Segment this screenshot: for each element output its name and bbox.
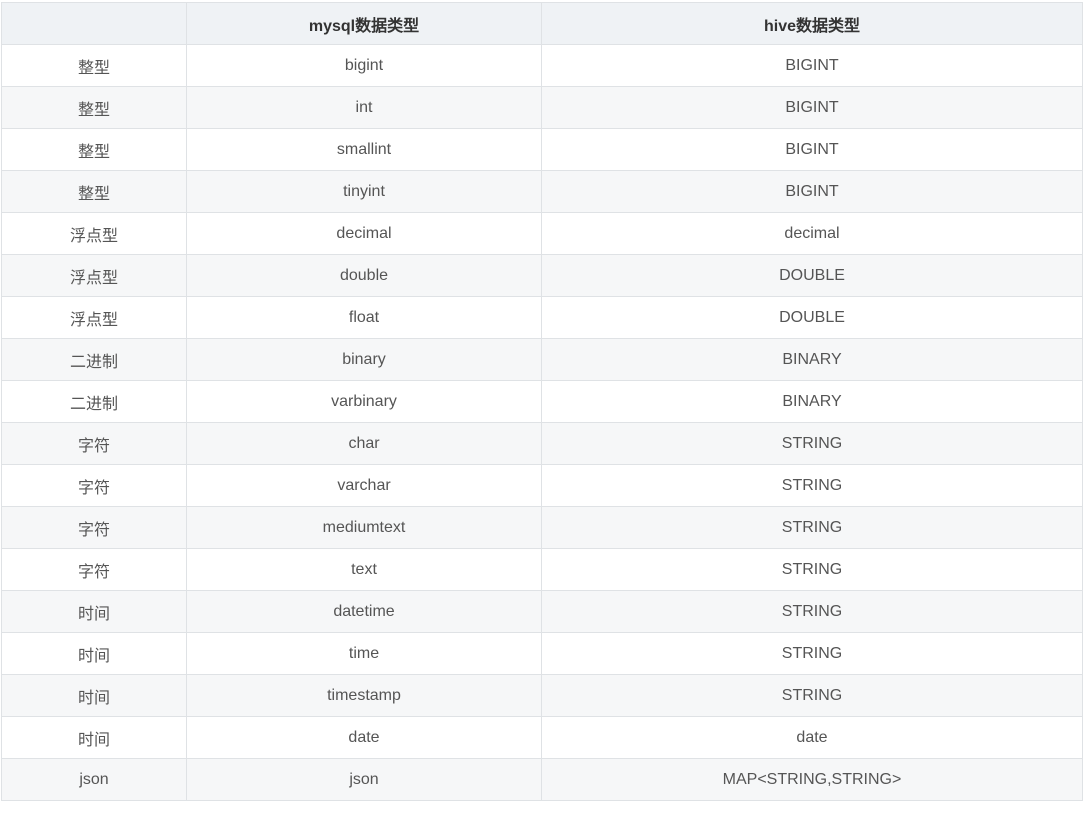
category-cell: 字符	[1, 548, 187, 591]
table-row: 浮点型 decimal decimal	[1, 212, 1083, 255]
category-cell: 时间	[1, 674, 187, 717]
category-cell: 整型	[1, 86, 187, 129]
hive-type-cell: BIGINT	[541, 44, 1083, 87]
hive-type-cell: STRING	[541, 422, 1083, 465]
mysql-type-cell: varbinary	[186, 380, 542, 423]
table-row: 整型 smallint BIGINT	[1, 128, 1083, 171]
hive-type-cell: date	[541, 716, 1083, 759]
table-row: 二进制 binary BINARY	[1, 338, 1083, 381]
mysql-type-cell: datetime	[186, 590, 542, 633]
mysql-type-cell: mediumtext	[186, 506, 542, 549]
table-row: 时间 date date	[1, 716, 1083, 759]
mysql-type-cell: binary	[186, 338, 542, 381]
mysql-type-cell: double	[186, 254, 542, 297]
table-row: 时间 datetime STRING	[1, 590, 1083, 633]
mysql-type-cell: varchar	[186, 464, 542, 507]
header-hive-type: hive数据类型	[541, 2, 1083, 45]
category-cell: 整型	[1, 128, 187, 171]
table-row: 整型 tinyint BIGINT	[1, 170, 1083, 213]
table-row: 整型 bigint BIGINT	[1, 44, 1083, 87]
table-row: 二进制 varbinary BINARY	[1, 380, 1083, 423]
mysql-type-cell: decimal	[186, 212, 542, 255]
mysql-type-cell: time	[186, 632, 542, 675]
type-mapping-table: mysql数据类型 hive数据类型 整型 bigint BIGINT 整型 int BI…	[1, 2, 1083, 801]
hive-type-cell: STRING	[541, 464, 1083, 507]
hive-type-cell: DOUBLE	[541, 296, 1083, 339]
mysql-type-cell: timestamp	[186, 674, 542, 717]
table-row: json json MAP<STRING,STRING>	[1, 758, 1083, 801]
header-category	[1, 2, 187, 45]
table-row: 时间 timestamp STRING	[1, 674, 1083, 717]
category-cell: 字符	[1, 506, 187, 549]
hive-type-cell: BIGINT	[541, 128, 1083, 171]
mysql-type-cell: int	[186, 86, 542, 129]
hive-type-cell: MAP<STRING,STRING>	[541, 758, 1083, 801]
category-cell: 时间	[1, 716, 187, 759]
hive-type-cell: BINARY	[541, 380, 1083, 423]
table-row: 字符 text STRING	[1, 548, 1083, 591]
mysql-type-cell: smallint	[186, 128, 542, 171]
header-mysql-type: mysql数据类型	[186, 2, 542, 45]
category-cell: 时间	[1, 590, 187, 633]
hive-type-cell: BIGINT	[541, 86, 1083, 129]
hive-type-cell: STRING	[541, 674, 1083, 717]
category-cell: 二进制	[1, 380, 187, 423]
table-row: 浮点型 float DOUBLE	[1, 296, 1083, 339]
table-header: mysql数据类型 hive数据类型	[1, 2, 1083, 45]
hive-type-cell: decimal	[541, 212, 1083, 255]
hive-type-cell: BINARY	[541, 338, 1083, 381]
mysql-type-cell: json	[186, 758, 542, 801]
table-row: 字符 mediumtext STRING	[1, 506, 1083, 549]
category-cell: 字符	[1, 422, 187, 465]
table-row: 字符 varchar STRING	[1, 464, 1083, 507]
category-cell: 浮点型	[1, 212, 187, 255]
table-row: 整型 int BIGINT	[1, 86, 1083, 129]
hive-type-cell: STRING	[541, 548, 1083, 591]
hive-type-cell: BIGINT	[541, 170, 1083, 213]
mysql-type-cell: float	[186, 296, 542, 339]
mysql-type-cell: bigint	[186, 44, 542, 87]
category-cell: 二进制	[1, 338, 187, 381]
hive-type-cell: DOUBLE	[541, 254, 1083, 297]
table-row: 时间 time STRING	[1, 632, 1083, 675]
hive-type-cell: STRING	[541, 506, 1083, 549]
table-row: 浮点型 double DOUBLE	[1, 254, 1083, 297]
mysql-type-cell: tinyint	[186, 170, 542, 213]
hive-type-cell: STRING	[541, 632, 1083, 675]
hive-type-cell: STRING	[541, 590, 1083, 633]
category-cell: 整型	[1, 44, 187, 87]
mysql-type-cell: text	[186, 548, 542, 591]
category-cell: 浮点型	[1, 254, 187, 297]
category-cell: 整型	[1, 170, 187, 213]
category-cell: 浮点型	[1, 296, 187, 339]
table-row: 字符 char STRING	[1, 422, 1083, 465]
category-cell: 字符	[1, 464, 187, 507]
header-row: mysql数据类型 hive数据类型	[1, 2, 1083, 45]
mysql-type-cell: date	[186, 716, 542, 759]
category-cell: 时间	[1, 632, 187, 675]
table-body: 整型 bigint BIGINT 整型 int BIGINT 整型 smallint BIGIN…	[1, 44, 1083, 801]
mysql-type-cell: char	[186, 422, 542, 465]
category-cell: json	[1, 758, 187, 801]
